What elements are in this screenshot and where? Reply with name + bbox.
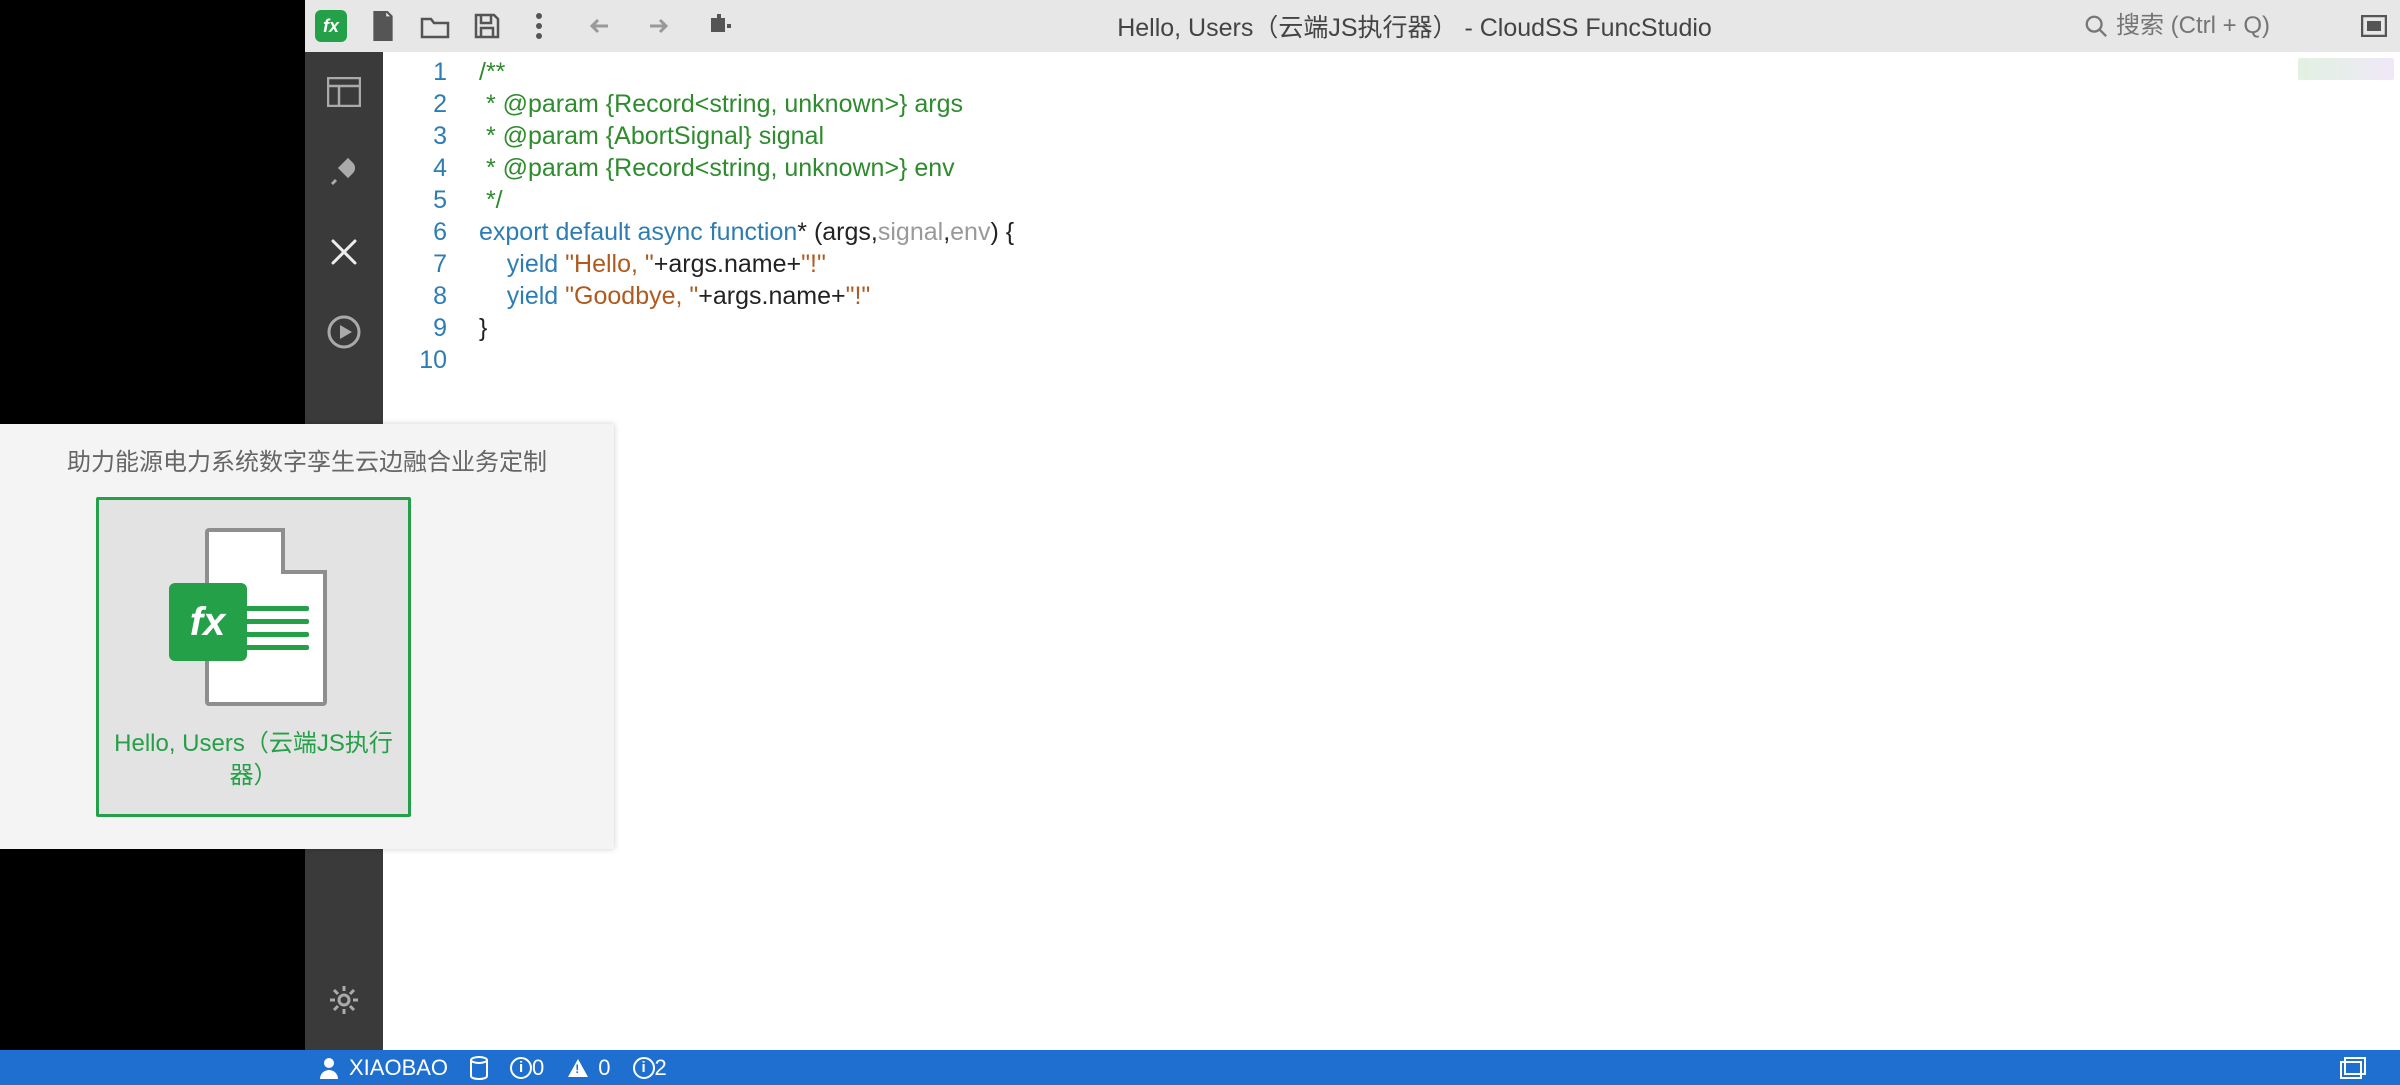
line-number: 4: [383, 152, 461, 184]
more-menu-icon[interactable]: [513, 0, 565, 52]
code-line[interactable]: [479, 344, 2396, 376]
template-card-label: Hello, Users（云端JS执行器）: [99, 728, 408, 793]
rail-overview-icon[interactable]: [305, 52, 383, 132]
code-area[interactable]: /** * @param {Record<string, unknown>} a…: [479, 56, 2396, 376]
warn-icon: [566, 1056, 590, 1080]
status-warn-count: 0: [598, 1055, 610, 1081]
line-number: 8: [383, 280, 461, 312]
open-folder-icon[interactable]: [409, 0, 461, 52]
line-number: 6: [383, 216, 461, 248]
top-toolbar: fx Hello, Users（云端JS执行器） - CloudSS FuncS…: [305, 0, 2400, 52]
user-icon: [317, 1056, 341, 1080]
status-user[interactable]: XIAOBAO: [317, 1055, 448, 1081]
code-line[interactable]: yield "Hello, "+args.name+"!": [479, 248, 2396, 280]
status-windows-icon[interactable]: [2340, 1057, 2366, 1079]
code-line[interactable]: }: [479, 312, 2396, 344]
rail-run-icon[interactable]: [305, 292, 383, 372]
line-number: 10: [383, 344, 461, 376]
fullscreen-icon[interactable]: [2348, 0, 2400, 52]
popup-subtitle: 助力能源电力系统数字孪生云边融合业务定制: [28, 442, 586, 477]
undo-icon[interactable]: [577, 0, 629, 52]
search-input[interactable]: [2116, 12, 2326, 40]
line-number: 5: [383, 184, 461, 216]
code-line[interactable]: * @param {AbortSignal} signal: [479, 120, 2396, 152]
extension-icon[interactable]: [693, 0, 745, 52]
search-box[interactable]: [2084, 12, 2326, 40]
rail-plug-icon[interactable]: [305, 132, 383, 212]
app-logo-icon[interactable]: fx: [315, 10, 347, 42]
line-number: 7: [383, 248, 461, 280]
rail-settings-icon[interactable]: [305, 960, 383, 1040]
line-number: 2: [383, 88, 461, 120]
window-title: Hello, Users（云端JS执行器） - CloudSS FuncStud…: [745, 8, 2084, 44]
file-fx-icon: fx: [179, 528, 329, 708]
new-file-icon[interactable]: [357, 0, 409, 52]
search-icon: [2084, 14, 2108, 38]
save-icon[interactable]: [461, 0, 513, 52]
status-info-count: 0: [532, 1055, 544, 1081]
video-letterbox-top: [0, 0, 305, 424]
redo-icon[interactable]: [629, 0, 681, 52]
template-popup: 助力能源电力系统数字孪生云边融合业务定制 fx Hello, Users（云端J…: [0, 424, 614, 849]
code-editor[interactable]: 12345678910 /** * @param {Record<string,…: [383, 52, 2400, 1050]
code-line[interactable]: /**: [479, 56, 2396, 88]
status-user-name: XIAOBAO: [349, 1055, 448, 1081]
status-storage-icon[interactable]: [470, 1056, 488, 1080]
code-line[interactable]: yield "Goodbye, "+args.name+"!": [479, 280, 2396, 312]
status-hint[interactable]: i 2: [633, 1055, 667, 1081]
statusbar-extend: [0, 1050, 305, 1085]
status-info[interactable]: i 0: [510, 1055, 544, 1081]
line-number: 9: [383, 312, 461, 344]
line-number: 1: [383, 56, 461, 88]
info-icon: i: [510, 1057, 532, 1079]
status-hint-count: 2: [655, 1055, 667, 1081]
minimap[interactable]: [2298, 58, 2394, 80]
status-bar: XIAOBAO i 0 0 i 2: [305, 1050, 2400, 1085]
code-line[interactable]: export default async function* (args,sig…: [479, 216, 2396, 248]
code-line[interactable]: * @param {Record<string, unknown>} args: [479, 88, 2396, 120]
line-number: 3: [383, 120, 461, 152]
status-warn[interactable]: 0: [566, 1055, 610, 1081]
template-card[interactable]: fx Hello, Users（云端JS执行器）: [96, 497, 411, 817]
code-line[interactable]: */: [479, 184, 2396, 216]
rail-tools-icon[interactable]: [305, 212, 383, 292]
hint-icon: i: [633, 1057, 655, 1079]
code-line[interactable]: * @param {Record<string, unknown>} env: [479, 152, 2396, 184]
